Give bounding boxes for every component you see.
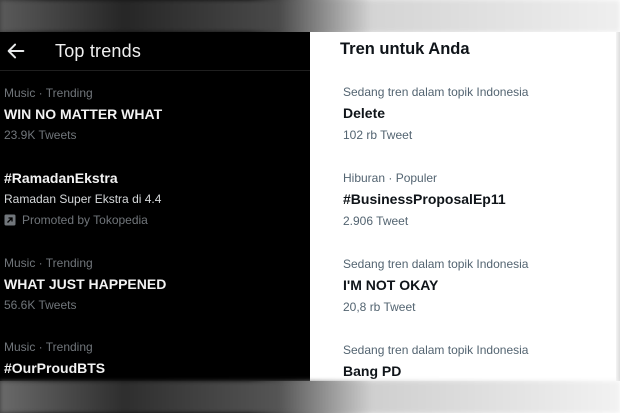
trend-name: #RamadanEkstra <box>4 170 118 186</box>
trend-meta: Music · Trending <box>4 256 93 270</box>
trend-count: 2.906 Tweet <box>343 214 409 228</box>
blurred-bottom-edge <box>0 381 620 413</box>
trend-name: Delete <box>343 105 386 121</box>
trends-for-you-panel: Tren untuk Anda Sedang tren dalam topik … <box>310 32 616 381</box>
trend-meta: Sedang tren dalam topik Indonesia <box>343 343 529 357</box>
trend-meta: Sedang tren dalam topik Indonesia <box>343 85 529 99</box>
top-trends-panel: Top trends Music · Trending WIN NO MATTE… <box>0 32 310 381</box>
trend-count: 23.9K Tweets <box>4 128 77 142</box>
trend-name: #OurProudBTS <box>4 360 106 376</box>
trend-name: WIN NO MATTER WHAT <box>4 106 163 122</box>
trend-item[interactable]: Music · Trending WHAT JUST HAPPENED 56.6… <box>4 256 166 312</box>
trend-item[interactable]: Sedang tren dalam topik Indonesia Delete… <box>343 85 528 142</box>
trend-subtitle: Ramadan Super Ekstra di 4.4 <box>4 192 162 206</box>
trend-meta: Hiburan · Populer <box>343 171 438 185</box>
top-trends-header: Top trends <box>0 32 310 71</box>
trend-count: 102 rb Tweet <box>343 128 413 142</box>
arrow-left-icon[interactable] <box>5 40 27 62</box>
trend-item-promoted[interactable]: #RamadanEkstra Ramadan Super Ekstra di 4… <box>4 170 161 227</box>
blurred-top-edge <box>0 0 620 32</box>
trend-count: 56.6K Tweets <box>4 298 77 312</box>
trend-item[interactable]: Music · Trending #OurProudBTS <box>4 340 105 376</box>
right-edge-shade <box>616 32 620 381</box>
trend-count: 20,8 rb Tweet <box>343 300 416 314</box>
trend-item[interactable]: Sedang tren dalam topik Indonesia Bang P… <box>343 343 528 379</box>
trend-meta: Sedang tren dalam topik Indonesia <box>343 257 529 271</box>
trend-name: I'M NOT OKAY <box>343 277 439 293</box>
page-title: Top trends <box>55 40 142 61</box>
trend-name: #BusinessProposalEp11 <box>343 191 506 207</box>
promoted-text: Promoted by Tokopedia <box>22 213 148 227</box>
trend-meta: Music · Trending <box>4 86 93 100</box>
promoted-label: Promoted by Tokopedia <box>4 213 161 227</box>
trend-item[interactable]: Music · Trending WIN NO MATTER WHAT 23.9… <box>4 86 162 142</box>
trend-item[interactable]: Hiburan · Populer #BusinessProposalEp11 … <box>343 171 506 228</box>
trends-for-you-title: Tren untuk Anda <box>340 40 470 58</box>
promoted-arrow-icon <box>4 214 16 226</box>
trend-name: WHAT JUST HAPPENED <box>4 276 167 292</box>
trend-name: Bang PD <box>343 363 402 379</box>
trend-meta: Music · Trending <box>4 340 93 354</box>
trend-item[interactable]: Sedang tren dalam topik Indonesia I'M NO… <box>343 257 528 314</box>
